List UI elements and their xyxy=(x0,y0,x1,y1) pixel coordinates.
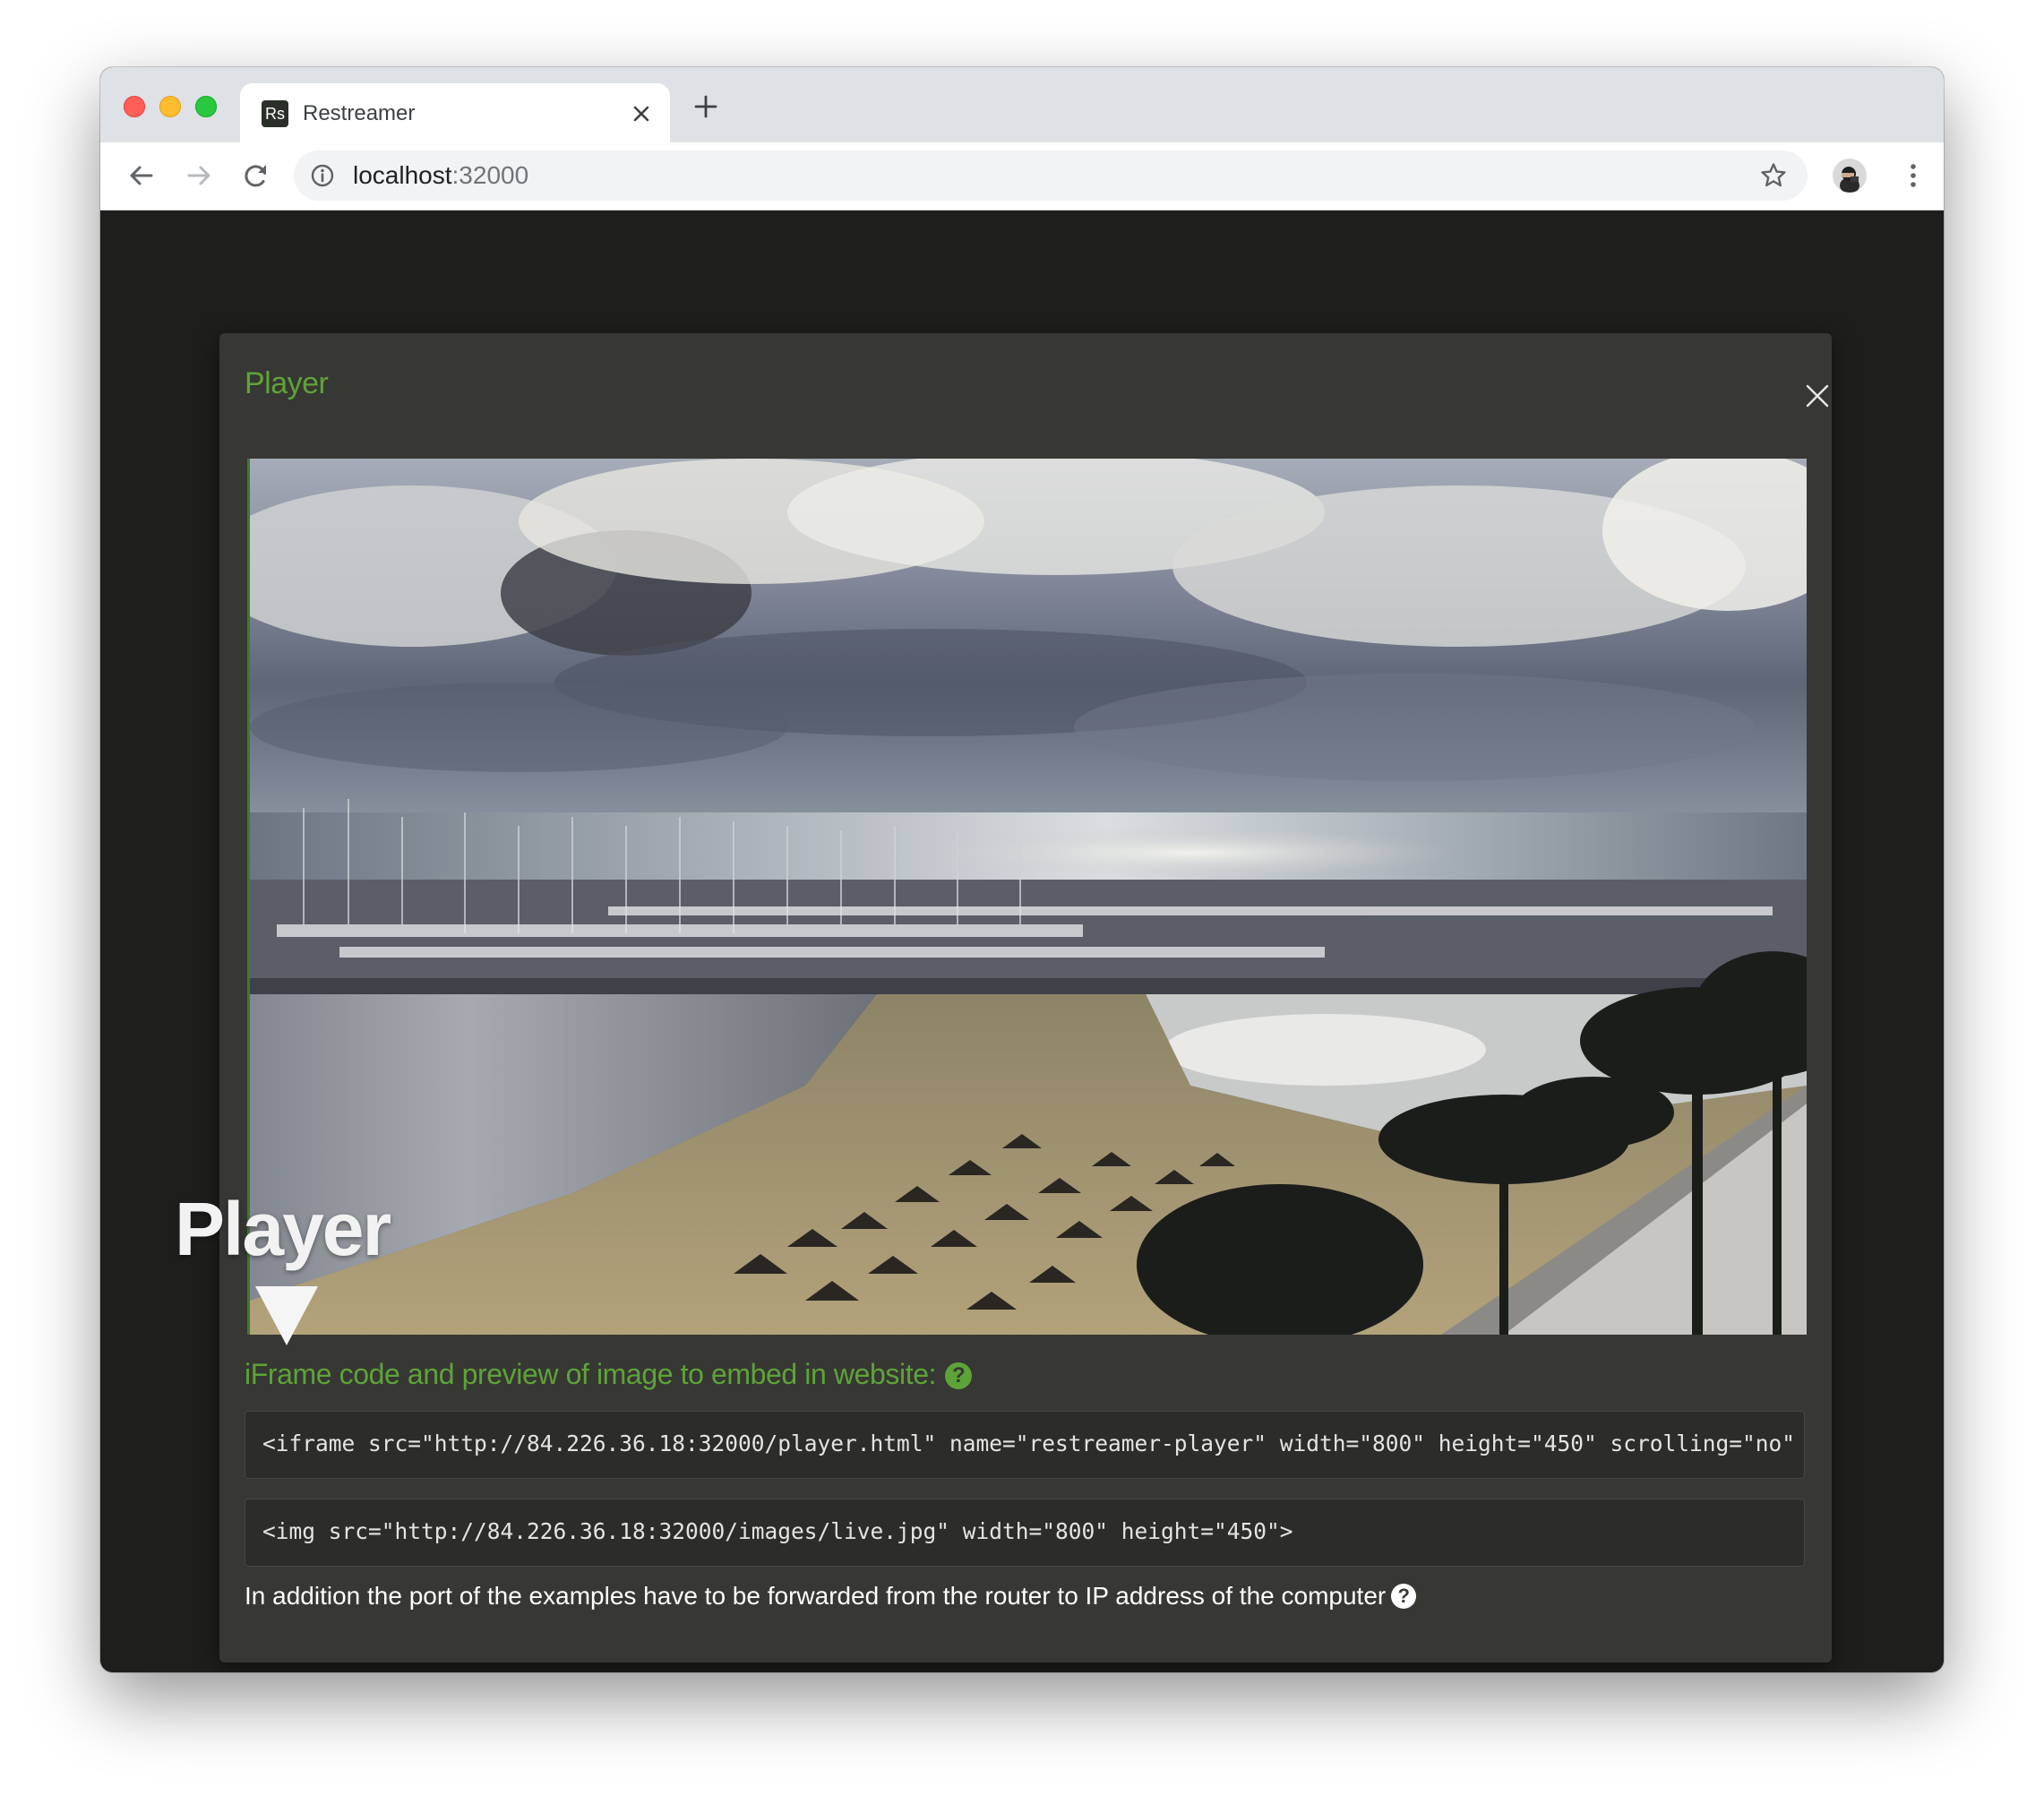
zoom-window-button[interactable] xyxy=(195,96,217,117)
port-forward-note: In addition the port of the examples hav… xyxy=(245,1580,1417,1612)
url-host: localhost xyxy=(353,161,452,189)
kebab-menu-icon[interactable] xyxy=(1897,159,1929,192)
question-circle-icon[interactable]: ? xyxy=(945,1362,973,1389)
player-modal: Player iFrame code and preview of image … xyxy=(219,333,1832,1662)
avatar[interactable] xyxy=(1833,159,1867,193)
video-player[interactable] xyxy=(247,459,1807,1335)
page-content: Player iFrame code and preview of image … xyxy=(100,210,1944,1672)
plus-icon[interactable] xyxy=(691,92,720,121)
tab-restreamer[interactable]: Rs Restreamer xyxy=(240,83,670,142)
triangle-down-icon xyxy=(255,1286,318,1345)
address-bar[interactable]: localhost:32000 xyxy=(294,150,1808,201)
arrow-left-icon[interactable] xyxy=(125,159,158,192)
profile-avatar-image xyxy=(1833,159,1867,193)
iframe-code-field[interactable]: <iframe src="http://84.226.36.18:32000/p… xyxy=(245,1411,1805,1479)
arrow-right-icon[interactable] xyxy=(183,159,215,192)
port-forward-note-text: In addition the port of the examples hav… xyxy=(245,1582,1387,1610)
tab-title: Restreamer xyxy=(303,101,416,125)
overlay-caption: Player xyxy=(175,1187,391,1271)
url-text: localhost:32000 xyxy=(353,162,528,189)
tab-strip: Rs Restreamer xyxy=(100,67,1944,142)
close-icon[interactable] xyxy=(1803,382,1832,410)
browser-toolbar: localhost:32000 xyxy=(100,142,1944,210)
url-port: :32000 xyxy=(451,161,529,189)
minimize-window-button[interactable] xyxy=(159,96,181,117)
embed-label-text: iFrame code and preview of image to embe… xyxy=(245,1358,937,1390)
reload-icon[interactable] xyxy=(240,159,272,192)
info-icon[interactable] xyxy=(310,163,335,188)
close-icon[interactable] xyxy=(629,101,654,126)
browser-window: Rs Restreamer localhost:32000 Player iFr… xyxy=(100,67,1944,1672)
close-window-button[interactable] xyxy=(124,96,145,117)
img-code-field[interactable]: <img src="http://84.226.36.18:32000/imag… xyxy=(245,1499,1805,1567)
video-frame-image xyxy=(250,459,1807,1335)
modal-title: Player xyxy=(245,366,329,400)
img-code: <img src="http://84.226.36.18:32000/imag… xyxy=(262,1518,1293,1544)
restreamer-favicon: Rs xyxy=(262,100,288,127)
iframe-code: <iframe src="http://84.226.36.18:32000/p… xyxy=(262,1430,1796,1456)
embed-label: iFrame code and preview of image to embe… xyxy=(245,1356,973,1392)
star-icon[interactable] xyxy=(1759,161,1788,190)
question-circle-icon[interactable]: ? xyxy=(1391,1584,1417,1609)
